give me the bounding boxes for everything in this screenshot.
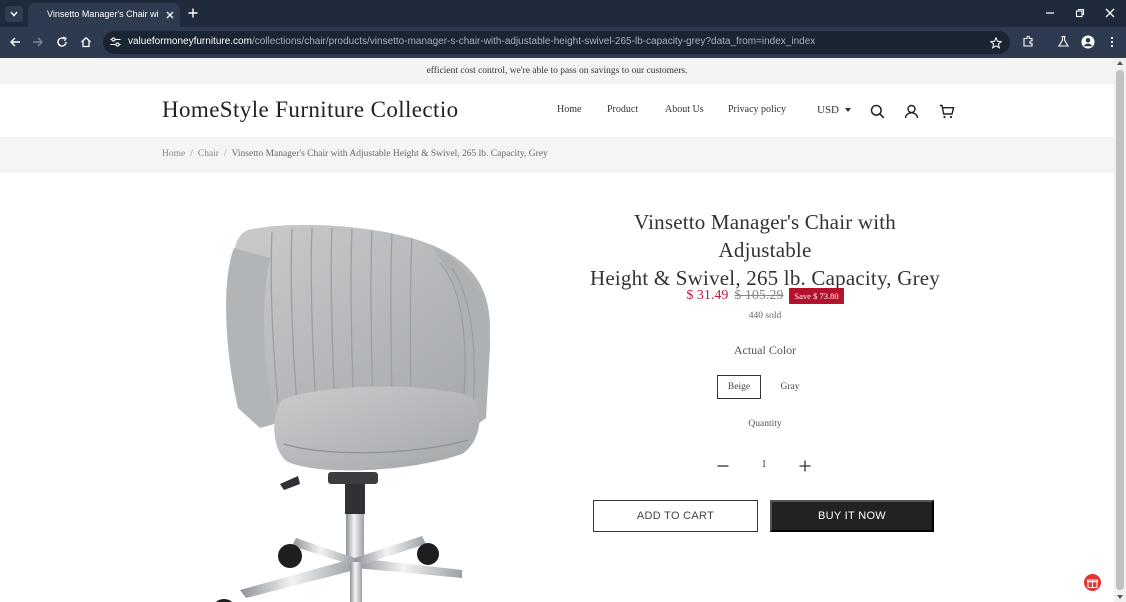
page-scrollbar[interactable] bbox=[1114, 58, 1126, 602]
breadcrumb-current: Vinsetto Manager's Chair with Adjustable… bbox=[231, 149, 548, 159]
profile-button[interactable] bbox=[1080, 34, 1095, 49]
product-title-line-1: Vinsetto Manager's Chair with Adjustable bbox=[633, 210, 897, 262]
color-option-beige[interactable]: Beige bbox=[717, 375, 761, 399]
active-tab[interactable]: Vinsetto Manager's Chair with Adjustable… bbox=[28, 3, 180, 27]
arrow-right-icon bbox=[33, 37, 43, 47]
compare-price: $ 105.29 bbox=[734, 288, 784, 303]
puzzle-icon bbox=[1023, 35, 1033, 47]
breadcrumb-chair[interactable]: Chair bbox=[198, 149, 219, 159]
tune-icon bbox=[110, 37, 120, 47]
search-icon bbox=[870, 104, 884, 118]
new-tab-button[interactable] bbox=[186, 6, 200, 20]
nav-about-us[interactable]: About Us bbox=[665, 104, 704, 115]
minimize-icon bbox=[1046, 12, 1054, 14]
scroll-down-arrow[interactable] bbox=[1117, 595, 1123, 599]
gift-icon bbox=[1087, 579, 1098, 588]
url-host: valueformoneyfurniture.com bbox=[128, 36, 252, 47]
home-icon bbox=[81, 36, 91, 48]
save-badge: Save $ 73.80 bbox=[789, 288, 844, 304]
flask-icon bbox=[1058, 35, 1069, 47]
caret-down-icon bbox=[845, 108, 852, 112]
product-title: Vinsetto Manager's Chair with Adjustable… bbox=[590, 208, 940, 292]
color-label: Actual Color bbox=[733, 343, 797, 357]
product-image[interactable] bbox=[200, 218, 510, 602]
nav-home[interactable]: Home bbox=[557, 104, 581, 115]
url-path: /collections/chair/products/vinsetto-man… bbox=[251, 36, 816, 47]
breadcrumb: Home / Chair / Vinsetto Manager's Chair with… bbox=[0, 137, 1114, 173]
cart-button[interactable] bbox=[939, 103, 955, 119]
extensions-button[interactable] bbox=[1021, 34, 1036, 49]
product-info: Vinsetto Manager's Chair with Adjustable… bbox=[590, 208, 940, 532]
plus-icon bbox=[799, 460, 811, 472]
plus-icon bbox=[188, 8, 198, 18]
announcement-bar: efficient cost control, we're able to pa… bbox=[0, 58, 1114, 84]
user-icon bbox=[904, 104, 918, 118]
address-toolbar: valueformoneyfurniture.com/collections/c… bbox=[0, 27, 1126, 58]
browser-tab-strip: Vinsetto Manager's Chair with Adjustable… bbox=[0, 0, 1126, 27]
sale-price: $ 31.49 bbox=[686, 288, 729, 303]
floating-widget-button[interactable] bbox=[1084, 574, 1101, 591]
currency-label: USD bbox=[817, 104, 840, 116]
reload-icon bbox=[57, 36, 67, 47]
avatar-icon bbox=[1081, 35, 1094, 48]
site-info-icon[interactable] bbox=[109, 36, 121, 48]
back-button[interactable] bbox=[8, 35, 22, 49]
quantity-input[interactable]: 1 bbox=[755, 459, 773, 470]
minus-icon bbox=[717, 465, 729, 467]
color-option-gray[interactable]: Gray bbox=[770, 375, 810, 399]
tab-close-button[interactable] bbox=[163, 8, 176, 21]
add-to-cart-button[interactable]: ADD TO CART bbox=[593, 500, 758, 532]
star-icon bbox=[989, 36, 1002, 49]
buy-it-now-button[interactable]: BUY IT NOW bbox=[770, 500, 934, 532]
restore-icon bbox=[1075, 8, 1085, 18]
office-chair-image bbox=[215, 224, 491, 602]
tab-search-button[interactable] bbox=[5, 6, 23, 22]
account-button[interactable] bbox=[903, 103, 919, 119]
tab-title: Vinsetto Manager's Chair with Adjustable… bbox=[47, 9, 159, 19]
quantity-label: Quantity bbox=[748, 419, 782, 429]
close-icon bbox=[166, 11, 173, 18]
breadcrumb-separator: / bbox=[223, 149, 227, 159]
quantity-decrease-button[interactable] bbox=[716, 459, 730, 473]
scroll-thumb[interactable] bbox=[1116, 70, 1124, 590]
breadcrumb-trail: Home / Chair / Vinsetto Manager's Chair with… bbox=[162, 149, 548, 159]
page-content: efficient cost control, we're able to pa… bbox=[0, 58, 1114, 602]
site-header: HomeStyle Furniture Collectio Home Produ… bbox=[0, 84, 1114, 137]
bookmark-button[interactable] bbox=[989, 36, 1002, 49]
site-logo[interactable]: HomeStyle Furniture Collectio bbox=[162, 97, 459, 123]
minimize-button[interactable] bbox=[1043, 6, 1057, 20]
home-button[interactable] bbox=[79, 35, 93, 49]
breadcrumb-separator: / bbox=[190, 149, 193, 159]
sold-count: 440 sold bbox=[748, 311, 782, 321]
breadcrumb-home[interactable]: Home bbox=[162, 149, 185, 159]
nav-product[interactable]: Product bbox=[607, 104, 638, 115]
url-text: valueformoneyfurniture.com/collections/c… bbox=[128, 36, 815, 47]
close-window-button[interactable] bbox=[1103, 6, 1117, 20]
labs-button[interactable] bbox=[1056, 34, 1071, 49]
close-icon bbox=[1105, 8, 1115, 18]
search-button[interactable] bbox=[869, 103, 885, 119]
price-row: $ 31.49 $ 105.29 Save $ 73.80 bbox=[590, 288, 940, 304]
more-vertical-icon bbox=[1110, 36, 1113, 47]
cart-icon bbox=[939, 104, 955, 118]
menu-button[interactable] bbox=[1104, 34, 1119, 49]
forward-button[interactable] bbox=[31, 35, 45, 49]
quantity-increase-button[interactable] bbox=[798, 459, 812, 473]
arrow-left-icon bbox=[10, 37, 20, 47]
nav-privacy-policy[interactable]: Privacy policy bbox=[728, 104, 786, 115]
reload-button[interactable] bbox=[55, 35, 69, 49]
scroll-up-arrow[interactable] bbox=[1117, 61, 1123, 65]
address-bar[interactable]: valueformoneyfurniture.com/collections/c… bbox=[103, 31, 1010, 54]
chevron-down-icon bbox=[10, 11, 18, 17]
currency-selector[interactable]: USD bbox=[817, 104, 852, 116]
restore-button[interactable] bbox=[1073, 6, 1087, 20]
